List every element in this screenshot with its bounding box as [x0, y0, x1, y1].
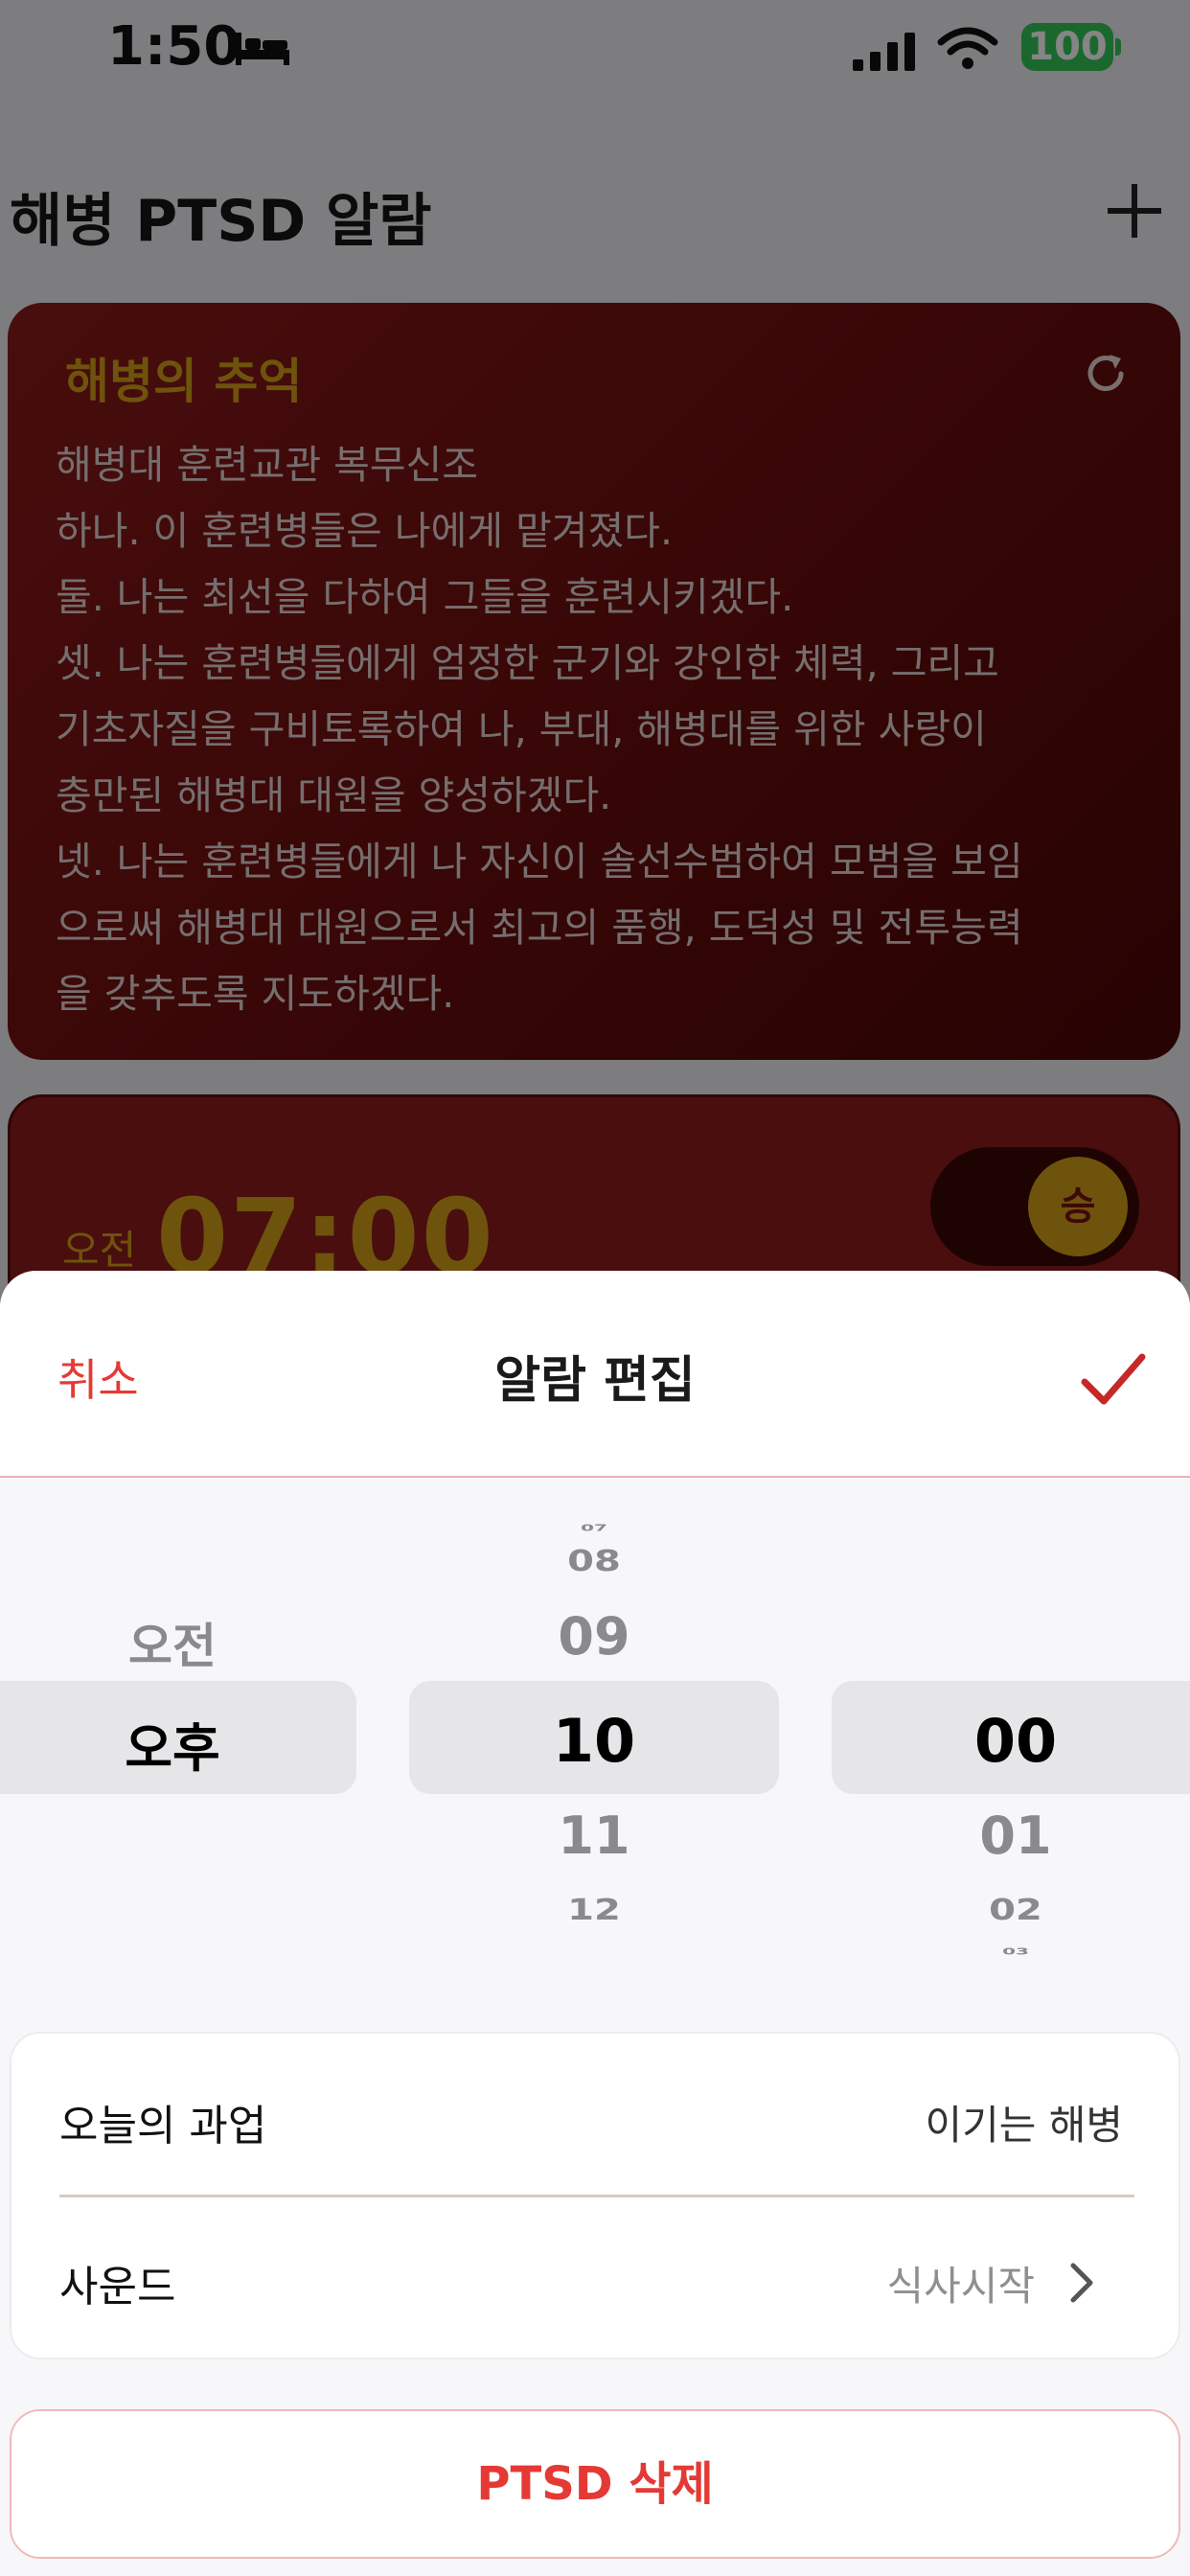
picker-option[interactable]: 03 — [872, 1945, 1159, 1957]
task-value[interactable]: 이기는 해병 — [925, 2093, 1123, 2151]
checkmark-icon[interactable] — [1077, 1344, 1150, 1416]
delete-button[interactable]: PTSD 삭제 — [10, 2409, 1180, 2559]
picker-option[interactable]: 11 — [450, 1806, 738, 1866]
picker-option-selected[interactable]: 오후 — [38, 1706, 307, 1782]
picker-option[interactable]: 08 — [450, 1545, 738, 1578]
picker-option[interactable]: 01 — [872, 1806, 1159, 1866]
picker-option[interactable]: 12 — [450, 1894, 738, 1927]
picker-option[interactable]: 02 — [872, 1894, 1159, 1927]
settings-group: 오늘의 과업 이기는 해병 사운드 식사시작 — [10, 2032, 1180, 2359]
sheet-title: 알람 편집 — [494, 1352, 696, 1410]
row-divider — [59, 2195, 1134, 2197]
picker-option-selected[interactable]: 10 — [450, 1706, 738, 1776]
picker-option[interactable]: 09 — [450, 1606, 738, 1667]
picker-option[interactable]: 오전 — [38, 1608, 307, 1677]
sheet-header: 취소 알람 편집 — [0, 1271, 1190, 1478]
picker-option[interactable]: 07 — [450, 1522, 738, 1533]
sound-label[interactable]: 사운드 — [59, 2252, 175, 2313]
sound-value[interactable]: 식사시작 — [886, 2254, 1035, 2312]
chevron-right-icon[interactable] — [1065, 2258, 1100, 2308]
task-label[interactable]: 오늘의 과업 — [59, 2091, 266, 2152]
picker-option-selected[interactable]: 00 — [872, 1706, 1159, 1776]
